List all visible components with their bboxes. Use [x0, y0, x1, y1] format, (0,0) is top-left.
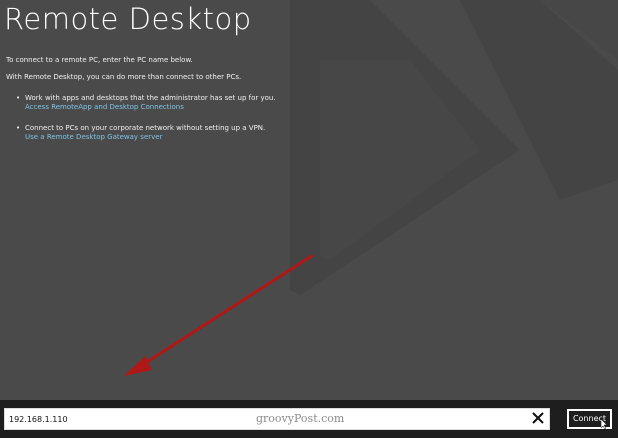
intro-text: To connect to a remote PC, enter the PC … — [6, 56, 193, 64]
bullet-dot-icon: • — [16, 124, 21, 132]
connect-bar — [0, 400, 618, 438]
feature-bullet: • Work with apps and desktops that the a… — [16, 94, 276, 112]
bullet-dot-icon: • — [16, 94, 21, 102]
feature-bullet-text: Connect to PCs on your corporate network… — [25, 124, 266, 132]
gateway-link[interactable]: Use a Remote Desktop Gateway server — [25, 133, 265, 142]
intro-text-secondary: With Remote Desktop, you can do more tha… — [6, 73, 242, 81]
close-icon[interactable] — [530, 410, 546, 426]
pc-name-input[interactable] — [4, 408, 550, 430]
feature-bullet-text: Work with apps and desktops that the adm… — [25, 94, 276, 102]
mouse-pointer-icon — [601, 419, 608, 429]
feature-bullet: • Connect to PCs on your corporate netwo… — [16, 124, 266, 142]
remoteapp-link[interactable]: Access RemoteApp and Desktop Connections — [25, 103, 276, 112]
app-title: Remote Desktop — [4, 2, 252, 36]
